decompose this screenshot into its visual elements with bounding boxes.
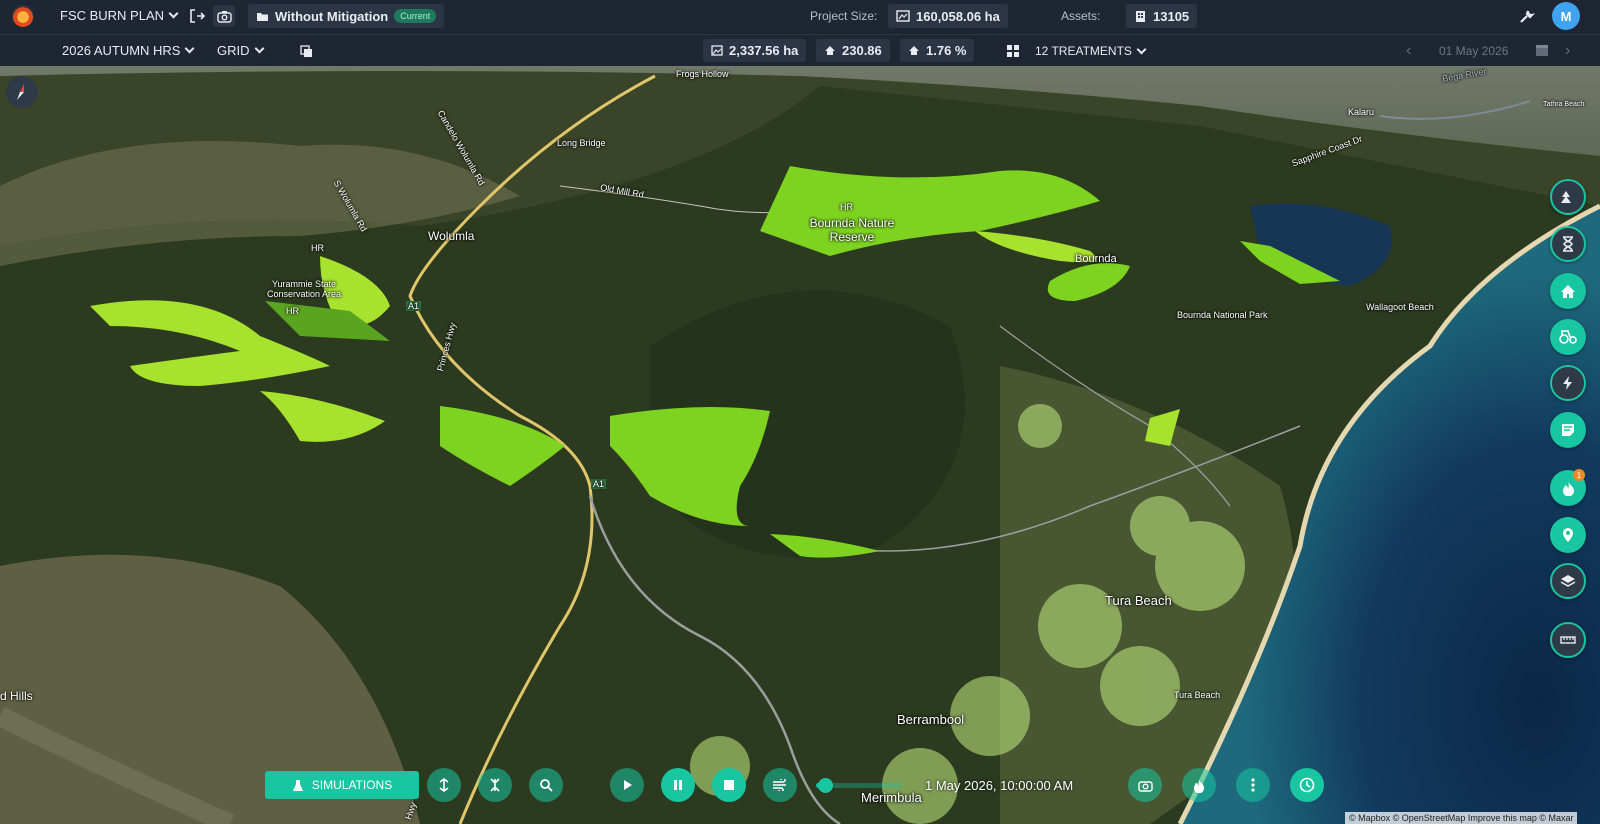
assets-value: 13105 — [1153, 8, 1190, 24]
stat-houses-pill: 230.86 — [816, 39, 890, 62]
map-label: Frogs Hollow — [676, 69, 729, 79]
project-size-label: Project Size: — [810, 9, 878, 23]
stat-area-pill: 2,337.56 ha — [703, 39, 807, 62]
plan-name: FSC BURN PLAN — [60, 8, 165, 23]
map-label: Wolumla — [428, 229, 475, 243]
stat-houses-value: 230.86 — [842, 43, 882, 58]
layers-icon[interactable] — [1550, 563, 1586, 599]
map-label: Tathra Beach — [1543, 101, 1585, 108]
prev-date-icon[interactable]: ‹ — [1406, 42, 1411, 60]
map-label: Kalaru — [1348, 107, 1375, 117]
view-mode-selector[interactable]: GRID — [217, 43, 264, 58]
map-label: Merimbula — [861, 790, 922, 805]
current-badge: Current — [394, 9, 437, 23]
hourglass-icon[interactable] — [1550, 226, 1586, 262]
simulations-label: SIMULATIONS — [311, 778, 393, 792]
simulations-button[interactable]: SIMULATIONS — [265, 771, 419, 799]
map-label: Yurammie State Conservation Area — [266, 279, 342, 299]
highway-shield: A1 — [406, 301, 422, 311]
pause-icon[interactable] — [661, 768, 695, 802]
map-label: Wallagoot Beach — [1366, 302, 1434, 312]
chevron-down-icon — [168, 8, 179, 19]
chevron-down-icon — [1136, 44, 1147, 54]
building-icon — [1136, 10, 1145, 22]
fire-icon[interactable] — [1182, 768, 1216, 802]
map-label: HR — [840, 202, 853, 212]
chevron-down-icon — [185, 43, 195, 54]
tree-edit-icon[interactable] — [1550, 179, 1586, 215]
folder-icon — [257, 12, 268, 21]
map-label: Tura Beach — [1174, 690, 1221, 700]
map-label: Bournda National Park — [1177, 310, 1268, 320]
map-view[interactable]: Frogs Hollow Long Bridge Candelo Wolumla… — [0, 66, 1600, 824]
flask-icon — [292, 779, 303, 791]
copy-icon[interactable] — [295, 40, 317, 62]
map-label: Tura Beach — [1105, 593, 1172, 608]
plan-selector[interactable]: FSC BURN PLAN — [60, 8, 179, 23]
map-label: HR — [311, 243, 324, 253]
map-label: Bournda — [1075, 253, 1117, 265]
sub-bar: 2026 AUTUMN HRS GRID 2,337.56 ha 230.86 … — [0, 34, 1600, 66]
note-icon[interactable] — [1550, 412, 1586, 448]
season-label: 2026 AUTUMN HRS — [62, 43, 181, 58]
map-label: Bournda Nature Reserve — [809, 216, 895, 244]
home-icon — [909, 46, 919, 55]
location-pin-icon[interactable] — [1550, 517, 1586, 553]
scenario-name: Without Mitigation — [275, 8, 389, 24]
stop-icon[interactable] — [712, 768, 746, 802]
timeline-knob[interactable] — [817, 778, 833, 793]
export-icon[interactable] — [186, 5, 208, 27]
terrain-layer — [0, 66, 1600, 824]
more-icon[interactable] — [1236, 768, 1270, 802]
clock-icon[interactable] — [1290, 768, 1324, 802]
assets-pill: 13105 — [1126, 4, 1198, 28]
map-label: HR — [286, 306, 299, 316]
project-size-pill: 160,058.06 ha — [888, 4, 1008, 28]
area-icon — [896, 10, 910, 22]
power-icon[interactable] — [1550, 365, 1586, 401]
top-bar: FSC BURN PLAN Without Mitigation Current… — [0, 0, 1600, 32]
treatments-selector[interactable]: 12 TREATMENTS — [1035, 44, 1147, 58]
chevron-down-icon — [254, 43, 264, 54]
grid-icon[interactable] — [1002, 40, 1024, 62]
date-label: 01 May 2026 — [1439, 44, 1509, 58]
stat-percent-value: 1.76 % — [926, 43, 967, 58]
camera-icon[interactable] — [213, 5, 235, 27]
season-selector[interactable]: 2026 AUTUMN HRS — [62, 43, 195, 58]
ruler-icon[interactable] — [1550, 622, 1586, 658]
home-icon — [825, 46, 835, 55]
app-logo[interactable] — [12, 5, 34, 27]
collapse-icon[interactable] — [478, 768, 512, 802]
calendar-icon[interactable] — [1535, 43, 1549, 60]
notification-badge: 1 — [1573, 469, 1585, 481]
map-label: d Hills — [0, 689, 33, 703]
timeline-slider[interactable] — [816, 778, 902, 793]
next-date-icon[interactable]: › — [1565, 42, 1570, 60]
search-icon[interactable] — [529, 768, 563, 802]
compass-icon[interactable] — [6, 76, 38, 108]
play-icon[interactable] — [610, 768, 644, 802]
area-icon — [711, 45, 723, 56]
scenario-selector[interactable]: Without Mitigation Current — [248, 4, 445, 28]
view-mode-label: GRID — [217, 43, 250, 58]
highway-shield: A1 — [591, 479, 607, 489]
camera-icon[interactable] — [1128, 768, 1162, 802]
tractor-icon[interactable] — [1550, 319, 1586, 355]
stat-area-value: 2,337.56 ha — [729, 43, 799, 58]
wind-icon[interactable] — [763, 768, 797, 802]
stat-percent-pill: 1.76 % — [900, 39, 975, 62]
expand-icon[interactable] — [427, 768, 461, 802]
map-label: Long Bridge — [557, 138, 606, 148]
home-icon[interactable] — [1550, 273, 1586, 309]
user-avatar[interactable]: M — [1552, 2, 1580, 30]
map-attribution[interactable]: © Mapbox © OpenStreetMap Improve this ma… — [1345, 812, 1578, 824]
treatments-label: 12 TREATMENTS — [1035, 44, 1132, 58]
wrench-icon[interactable] — [1515, 5, 1537, 27]
project-size-value: 160,058.06 ha — [916, 8, 1000, 24]
assets-label: Assets: — [1061, 9, 1101, 23]
map-label: Berrambool — [897, 712, 965, 727]
simulation-timestamp: 1 May 2026, 10:00:00 AM — [925, 778, 1074, 793]
